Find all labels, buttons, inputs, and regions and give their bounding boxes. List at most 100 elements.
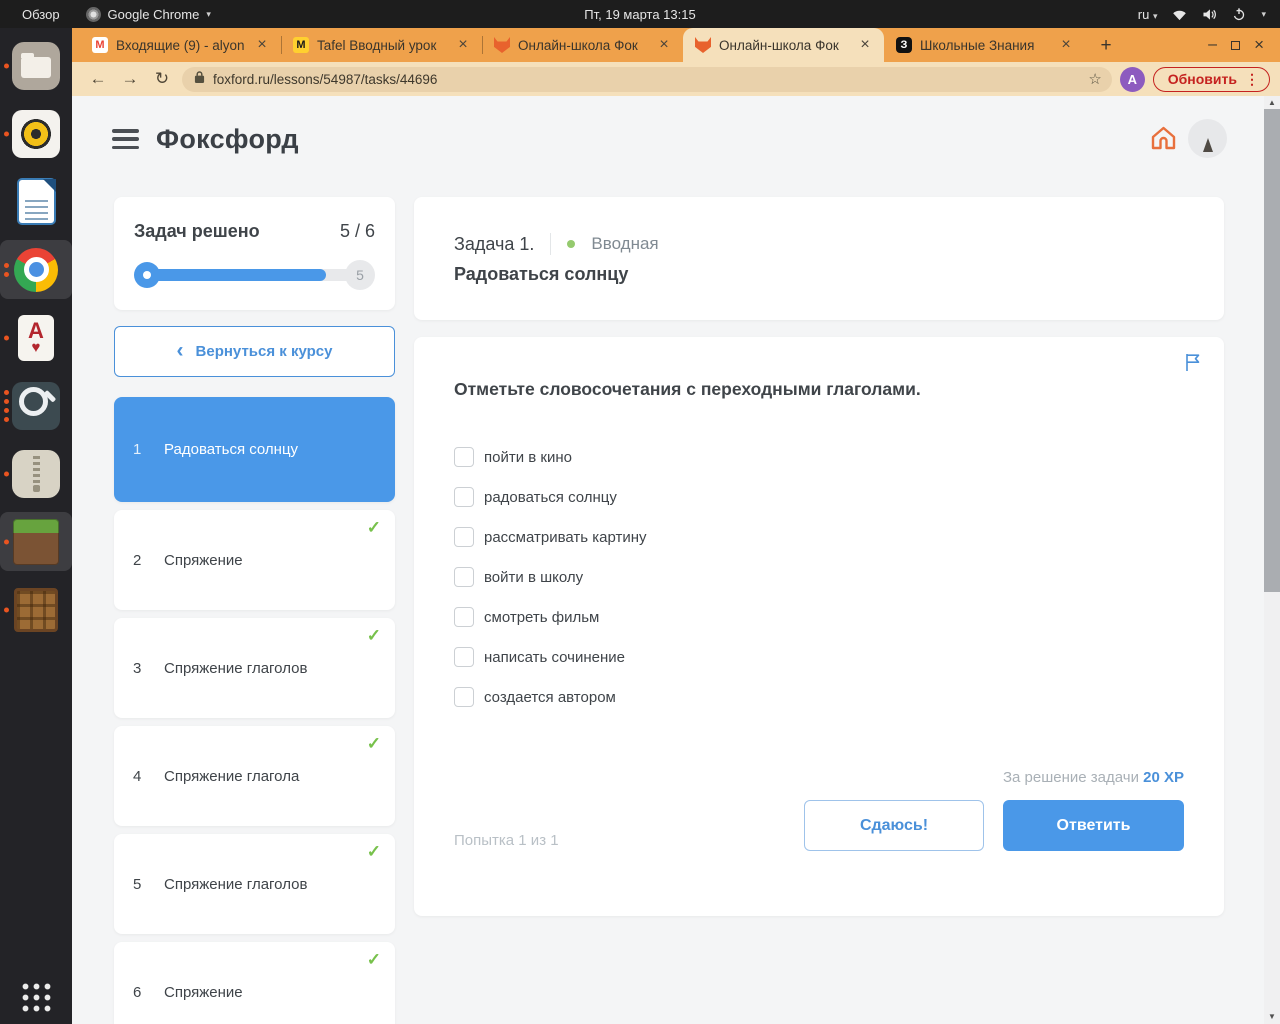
- progress-bubble: 5: [345, 260, 375, 290]
- chevron-down-icon[interactable]: ▾: [1261, 9, 1266, 20]
- dock-item-cards[interactable]: [0, 308, 72, 367]
- window-close-button[interactable]: ×: [1254, 35, 1264, 55]
- window-minimize-button[interactable]: –: [1208, 37, 1217, 53]
- main-column: Задача 1. Вводная Радоваться солнцу Отме…: [414, 197, 1224, 916]
- browser-profile-avatar[interactable]: A: [1119, 66, 1145, 92]
- dock-item-files[interactable]: [0, 36, 72, 95]
- browser-window: M Входящие (9) - alyon × M Tafel Вводный…: [72, 28, 1280, 1024]
- back-button[interactable]: ←: [86, 69, 110, 89]
- show-applications-button[interactable]: [19, 980, 53, 1014]
- task-item-title: Спряжение: [164, 983, 243, 1001]
- scroll-up-icon[interactable]: ▲: [1264, 96, 1280, 110]
- browser-menu-icon[interactable]: ⋮: [1245, 71, 1263, 88]
- option-checkbox[interactable]: [454, 447, 474, 467]
- task-list-item[interactable]: 3 Спряжение глаголов ✓: [114, 618, 395, 718]
- answer-option-row[interactable]: создается автором: [454, 677, 647, 717]
- wifi-icon[interactable]: [1172, 8, 1187, 21]
- answer-option-row[interactable]: войти в школу: [454, 557, 647, 597]
- option-checkbox[interactable]: [454, 567, 474, 587]
- new-tab-button[interactable]: +: [1091, 31, 1121, 61]
- progress-slider-knob[interactable]: [134, 262, 160, 288]
- option-checkbox[interactable]: [454, 607, 474, 627]
- tab-close-icon[interactable]: ×: [454, 36, 472, 54]
- running-indicator-dots: [4, 335, 9, 340]
- option-checkbox[interactable]: [454, 647, 474, 667]
- level-dot-icon: [567, 240, 576, 248]
- dock-item-writer[interactable]: [0, 172, 72, 231]
- running-indicator-dots: [4, 539, 9, 544]
- forward-button[interactable]: →: [118, 69, 142, 89]
- browser-tab[interactable]: Онлайн-школа Фок ×: [683, 28, 884, 62]
- option-checkbox[interactable]: [454, 527, 474, 547]
- answer-option-row[interactable]: радоваться солнцу: [454, 477, 647, 517]
- address-bar[interactable]: foxford.ru/lessons/54987/tasks/44696 ☆: [182, 66, 1112, 92]
- task-header-card: Задача 1. Вводная Радоваться солнцу: [414, 197, 1224, 320]
- running-indicator-dots: [4, 63, 9, 68]
- hamburger-menu-icon[interactable]: [112, 129, 139, 149]
- answer-option-row[interactable]: смотреть фильм: [454, 597, 647, 637]
- answer-option-row[interactable]: рассматривать картину: [454, 517, 647, 557]
- give-up-button[interactable]: Сдаюсь!: [804, 800, 984, 851]
- app-icon: [13, 518, 59, 565]
- task-list-item[interactable]: 5 Спряжение глаголов ✓: [114, 834, 395, 934]
- keyboard-layout-indicator[interactable]: ru ▾: [1138, 7, 1158, 22]
- dock-item-archive[interactable]: [0, 444, 72, 503]
- task-level-badge: Вводная: [591, 234, 659, 253]
- activities-button[interactable]: Обзор: [0, 0, 82, 28]
- tab-title: Школьные Знания: [920, 37, 1035, 53]
- answer-option-row[interactable]: написать сочинение: [454, 637, 647, 677]
- tab-close-icon[interactable]: ×: [856, 36, 874, 54]
- home-icon[interactable]: [1150, 125, 1177, 156]
- question-text: Отметьте словосочетания с переходными гл…: [454, 379, 921, 399]
- option-checkbox[interactable]: [454, 487, 474, 507]
- scroll-down-icon[interactable]: ▼: [1264, 1010, 1280, 1024]
- task-title: Радоваться солнцу: [454, 264, 629, 284]
- option-checkbox[interactable]: [454, 687, 474, 707]
- answer-option-row[interactable]: пойти в кино: [454, 437, 647, 477]
- tab-title: Онлайн-школа Фок: [719, 37, 839, 53]
- browser-tab[interactable]: Онлайн-школа Фок ×: [482, 28, 683, 62]
- reload-button[interactable]: ↻: [150, 69, 174, 89]
- site-header: Фоксфорд: [72, 96, 1264, 196]
- site-logo[interactable]: Фоксфорд: [156, 124, 299, 155]
- scrollbar-thumb[interactable]: [1264, 109, 1280, 592]
- page-scrollbar[interactable]: ▲ ▼: [1264, 96, 1280, 1024]
- browser-tab[interactable]: M Входящие (9) - alyon ×: [80, 28, 281, 62]
- task-list-item[interactable]: 2 Спряжение ✓: [114, 510, 395, 610]
- task-item-number: 5: [133, 875, 142, 893]
- running-indicator-dots: [4, 131, 9, 136]
- back-to-course-button[interactable]: ‹ Вернуться к курсу: [114, 326, 395, 377]
- window-restore-button[interactable]: [1231, 40, 1241, 50]
- task-item-title: Спряжение глаголов: [164, 659, 308, 677]
- task-list-item[interactable]: 4 Спряжение глагола ✓: [114, 726, 395, 826]
- browser-tab[interactable]: M Tafel Вводный урок ×: [281, 28, 482, 62]
- chrome-update-button[interactable]: Обновить ⋮: [1152, 66, 1270, 92]
- active-app-menu[interactable]: Google Chrome ▾: [85, 6, 211, 22]
- progress-card: Задач решено 5 / 6 5: [114, 197, 395, 310]
- tab-title: Входящие (9) - alyon: [116, 37, 245, 53]
- gnome-topbar: Обзор Google Chrome ▾ Пт, 19 марта 13:15…: [0, 0, 1280, 28]
- task-item-title: Спряжение: [164, 551, 243, 569]
- app-icon: [12, 178, 60, 226]
- tab-close-icon[interactable]: ×: [1057, 36, 1075, 54]
- dock-item-screenshot[interactable]: [0, 376, 72, 435]
- task-list-item[interactable]: 1 Радоваться солнцу: [114, 397, 395, 502]
- user-avatar[interactable]: [1188, 119, 1227, 158]
- running-indicator-dots: [4, 471, 9, 476]
- dock-item-rhythmbox[interactable]: [0, 104, 72, 163]
- dock-item-crafting[interactable]: [0, 580, 72, 639]
- dock-item-minecraft[interactable]: [0, 512, 72, 571]
- power-icon[interactable]: [1232, 7, 1246, 21]
- tab-close-icon[interactable]: ×: [253, 36, 271, 54]
- answer-button[interactable]: Ответить: [1003, 800, 1184, 851]
- task-list-item[interactable]: 6 Спряжение ✓: [114, 942, 395, 1024]
- bookmark-star-icon[interactable]: ☆: [1088, 70, 1101, 88]
- tab-title: Tafel Вводный урок: [317, 37, 437, 53]
- flag-icon[interactable]: [1184, 353, 1202, 377]
- browser-tab[interactable]: З Школьные Знания ×: [884, 28, 1085, 62]
- browser-toolbar: ← → ↻ foxford.ru/lessons/54987/tasks/446…: [72, 62, 1280, 96]
- gmail-favicon: M: [92, 37, 108, 53]
- dock-item-chrome[interactable]: [0, 240, 72, 299]
- volume-icon[interactable]: [1202, 8, 1217, 21]
- tab-close-icon[interactable]: ×: [655, 36, 673, 54]
